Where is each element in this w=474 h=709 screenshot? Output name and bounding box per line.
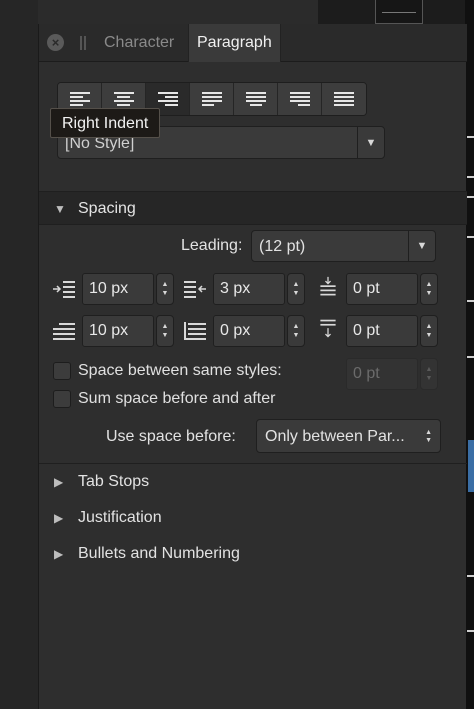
sum-space-label: Sum space before and after xyxy=(78,390,276,407)
edge-tick xyxy=(467,356,474,358)
first-line-indent-icon xyxy=(53,323,75,340)
section-tab-stops-header[interactable]: ▶ Tab Stops xyxy=(39,465,467,499)
edge-selection xyxy=(468,440,474,492)
space-between-same-styles-label: Space between same styles: xyxy=(78,362,282,379)
space-after-stepper[interactable]: ▲ ▼ xyxy=(420,315,438,347)
last-line-indent-icon xyxy=(184,322,206,340)
dropdown-arrow-icon[interactable]: ▼ xyxy=(357,127,384,158)
updown-arrow-icon: ▲ ▼ xyxy=(425,429,432,444)
edge-tick xyxy=(467,575,474,577)
triangle-right-icon: ▶ xyxy=(54,547,64,561)
left-indent-stepper[interactable]: ▲ ▼ xyxy=(156,273,174,305)
edge-tick xyxy=(467,176,474,178)
use-space-before-value: Only between Par... xyxy=(265,428,405,445)
last-line-indent-stepper[interactable]: ▲ ▼ xyxy=(287,315,305,347)
left-align-icon xyxy=(69,91,90,107)
leading-select[interactable]: (12 pt) ▼ xyxy=(251,230,436,262)
space-before-stepper[interactable]: ▲ ▼ xyxy=(420,273,438,305)
justify-all-align-icon xyxy=(334,91,354,107)
left-indent-field[interactable]: 10 px xyxy=(82,273,154,305)
section-spacing-label: Spacing xyxy=(78,200,136,217)
edge-tick xyxy=(467,236,474,238)
left-indent-icon xyxy=(53,281,75,298)
edge-tick xyxy=(467,630,474,632)
section-spacing-header[interactable]: ▼ Spacing xyxy=(39,191,467,225)
justify-all-button[interactable] xyxy=(322,83,366,115)
use-space-before-select[interactable]: Only between Par... ▲ ▼ xyxy=(256,419,441,453)
close-panel-icon[interactable]: × xyxy=(47,34,64,51)
justify-left-align-icon xyxy=(201,91,222,107)
section-justification-header[interactable]: ▶ Justification xyxy=(39,501,467,535)
right-edge-strip xyxy=(465,0,474,709)
justify-right-button[interactable] xyxy=(278,83,322,115)
space-between-same-styles-checkbox[interactable] xyxy=(53,362,71,380)
workspace-box xyxy=(375,0,423,24)
leading-value: (12 pt) xyxy=(259,238,306,255)
first-line-indent-field[interactable]: 10 px xyxy=(82,315,154,347)
edge-tick xyxy=(467,196,474,198)
first-line-indent-stepper[interactable]: ▲ ▼ xyxy=(156,315,174,347)
space-after-icon xyxy=(320,319,336,338)
paragraph-panel: × Character Paragraph Right Indent [No S… xyxy=(38,24,467,709)
justify-left-button[interactable] xyxy=(190,83,234,115)
space-before-field[interactable]: 0 pt xyxy=(346,273,418,305)
edge-tick xyxy=(467,136,474,138)
section-bullets-label: Bullets and Numbering xyxy=(78,545,240,562)
last-line-indent-field[interactable]: 0 px xyxy=(213,315,285,347)
dropdown-arrow-icon[interactable]: ▼ xyxy=(408,231,435,261)
same-styles-stepper[interactable]: ▲ ▼ xyxy=(420,358,438,390)
leading-label: Leading: xyxy=(181,237,243,254)
section-justification-label: Justification xyxy=(78,509,162,526)
section-bullets-header[interactable]: ▶ Bullets and Numbering xyxy=(39,537,467,571)
edge-tick xyxy=(467,300,474,302)
justify-center-align-icon xyxy=(245,91,266,107)
right-indent-icon xyxy=(184,281,206,298)
right-align-icon xyxy=(157,91,178,107)
triangle-down-icon: ▼ xyxy=(54,202,66,216)
left-workspace xyxy=(0,0,38,709)
divider xyxy=(39,463,467,464)
use-space-before-label: Use space before: xyxy=(106,428,236,445)
drag-grip-icon[interactable] xyxy=(80,36,86,50)
right-indent-field[interactable]: 3 px xyxy=(213,273,285,305)
justify-center-button[interactable] xyxy=(234,83,278,115)
center-align-icon xyxy=(113,91,134,107)
justify-right-align-icon xyxy=(289,91,310,107)
section-tab-stops-label: Tab Stops xyxy=(78,473,150,490)
tab-paragraph[interactable]: Paragraph xyxy=(188,24,281,62)
right-indent-stepper[interactable]: ▲ ▼ xyxy=(287,273,305,305)
tooltip: Right Indent xyxy=(50,108,161,138)
panel-tab-bar: × Character Paragraph xyxy=(39,24,467,62)
triangle-right-icon: ▶ xyxy=(54,475,64,489)
same-styles-field[interactable]: 0 pt xyxy=(346,358,418,390)
space-after-field[interactable]: 0 pt xyxy=(346,315,418,347)
sum-space-checkbox[interactable] xyxy=(53,390,71,408)
space-before-icon xyxy=(320,276,336,296)
tab-character[interactable]: Character xyxy=(96,24,182,62)
triangle-right-icon: ▶ xyxy=(54,511,64,525)
